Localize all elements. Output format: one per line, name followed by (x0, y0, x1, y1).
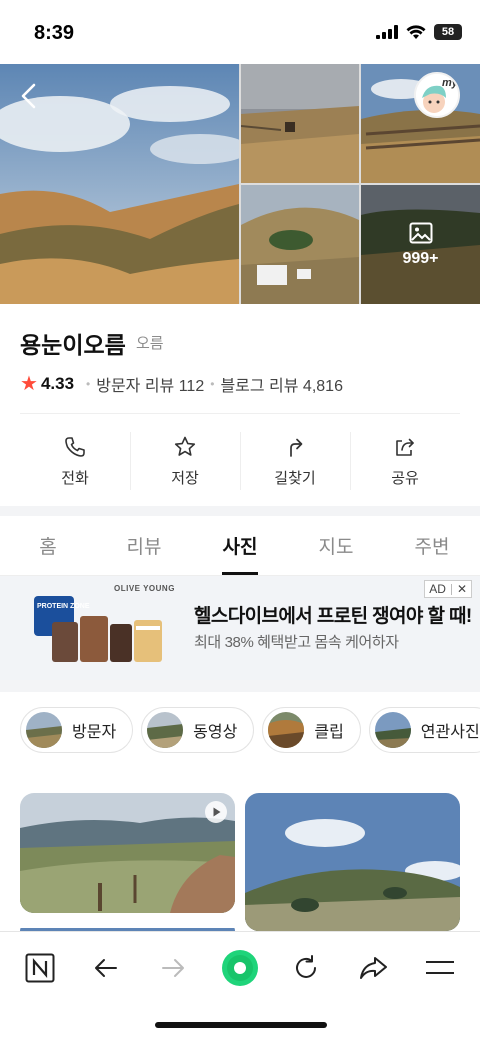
green-dot-icon (222, 950, 258, 986)
ad-brand: OLIVE YOUNG (114, 584, 175, 593)
chip-video[interactable]: 동영상 (141, 707, 255, 753)
tab-photos[interactable]: 사진 (192, 516, 288, 575)
hamburger-menu-icon (426, 961, 454, 974)
chevron-left-icon (21, 83, 36, 109)
grid-photo-partial[interactable] (20, 923, 235, 931)
ad-product-image: PROTEIN ZONE (34, 596, 162, 662)
ad-badge: AD ✕ (424, 580, 472, 598)
directions-button[interactable]: 길찾기 (240, 424, 350, 498)
save-label: 저장 (171, 469, 199, 487)
chip-label: 방문자 (72, 724, 117, 741)
tab-map[interactable]: 지도 (288, 516, 384, 575)
back-nav-button[interactable] (86, 948, 126, 988)
separator-dot: • (86, 376, 91, 391)
naver-home-button[interactable] (20, 948, 60, 988)
status-icons: 58 (376, 24, 462, 40)
divider (20, 413, 460, 414)
arrow-right-icon (162, 959, 184, 977)
ad-label: AD (429, 582, 446, 596)
tab-reviews[interactable]: 리뷰 (96, 516, 192, 575)
chip-label: 연관사진 (420, 724, 480, 741)
image-icon (409, 222, 432, 243)
forward-nav-button[interactable] (153, 948, 193, 988)
share-arrow-icon (360, 957, 387, 979)
photo-count: 999+ (402, 249, 439, 267)
call-label: 전화 (61, 469, 89, 487)
ad-product-text: PROTEIN ZONE (37, 603, 90, 610)
save-button[interactable]: 저장 (130, 424, 240, 498)
tab-nearby[interactable]: 주변 (384, 516, 480, 575)
directions-label: 길찾기 (274, 469, 316, 487)
place-name: 용눈이오름 (20, 332, 126, 358)
call-button[interactable]: 전화 (20, 424, 130, 498)
phone-icon (65, 436, 85, 457)
ad-subtext: 최대 38% 혜택받고 몸속 케어하자 (194, 634, 399, 651)
rating-value: 4.33 (40, 373, 75, 393)
menu-button[interactable] (420, 948, 460, 988)
directions-icon (290, 438, 303, 457)
blog-reviews-link[interactable]: 블로그 리뷰 4,816 (220, 372, 343, 396)
green-dot-button[interactable] (220, 948, 260, 988)
refresh-button[interactable] (286, 948, 326, 988)
tab-bar: 홈 리뷰 사진 지도 주변 (0, 516, 480, 576)
star-icon (174, 436, 196, 456)
gallery-photo-2[interactable] (241, 64, 359, 183)
grid-photo-video[interactable] (20, 793, 235, 913)
tab-home[interactable]: 홈 (0, 516, 96, 575)
share-label: 공유 (391, 469, 419, 487)
ad-separator (450, 583, 452, 595)
chip-thumbnail (147, 712, 184, 748)
action-row: 전화 저장 길찾기 공유 (20, 424, 460, 498)
more-photos-overlay[interactable]: 999+ (361, 185, 480, 304)
status-time: 8:39 (34, 22, 75, 44)
ad-banner[interactable]: OLIVE YOUNG PROTEIN ZONE 헬스다이브에서 프로틴 쟁여야… (0, 576, 480, 680)
chip-visitor[interactable]: 방문자 (20, 707, 134, 753)
close-icon[interactable]: ✕ (457, 582, 467, 596)
gallery-photo-4[interactable] (241, 185, 359, 304)
chip-label: 동영상 (193, 724, 238, 741)
rating-star-icon: ★ (20, 373, 38, 395)
ad-headline: 헬스다이브에서 프로틴 쟁여야 할 때! (194, 606, 472, 627)
video-play-icon (205, 801, 227, 823)
chip-thumbnail (26, 712, 62, 748)
section-divider (0, 680, 480, 692)
wifi-icon (406, 24, 426, 39)
chip-thumbnail (268, 712, 305, 748)
back-button[interactable] (14, 80, 46, 112)
arrow-left-icon (95, 959, 117, 977)
status-bar: 8:39 58 (0, 0, 480, 64)
battery-icon: 58 (434, 24, 462, 40)
section-divider (0, 506, 480, 516)
chip-related[interactable]: 연관사진 (368, 707, 480, 753)
share-nav-button[interactable] (353, 948, 393, 988)
place-category: 오름 (136, 335, 164, 352)
chip-clip[interactable]: 클립 (262, 707, 361, 753)
refresh-icon (296, 955, 316, 978)
share-icon (396, 438, 414, 456)
separator-dot: • (210, 376, 215, 391)
photo-filter-chips: 방문자 동영상 클립 연관사진 (20, 707, 480, 753)
my-profile-avatar[interactable]: my (414, 72, 460, 118)
naver-n-icon (25, 953, 55, 983)
grid-photo[interactable] (245, 793, 460, 931)
cellular-signal-icon (376, 25, 398, 39)
home-indicator (155, 1022, 327, 1028)
chip-thumbnail (374, 712, 411, 748)
visitor-reviews-link[interactable]: 방문자 리뷰 112 (96, 372, 204, 396)
rating-line: ★ 4.33 • 방문자 리뷰 112 • 블로그 리뷰 4,816 (20, 371, 343, 396)
share-button[interactable]: 공유 (350, 424, 460, 498)
photo-gallery: 999+ my (0, 64, 480, 304)
chip-label: 클립 (314, 724, 344, 741)
